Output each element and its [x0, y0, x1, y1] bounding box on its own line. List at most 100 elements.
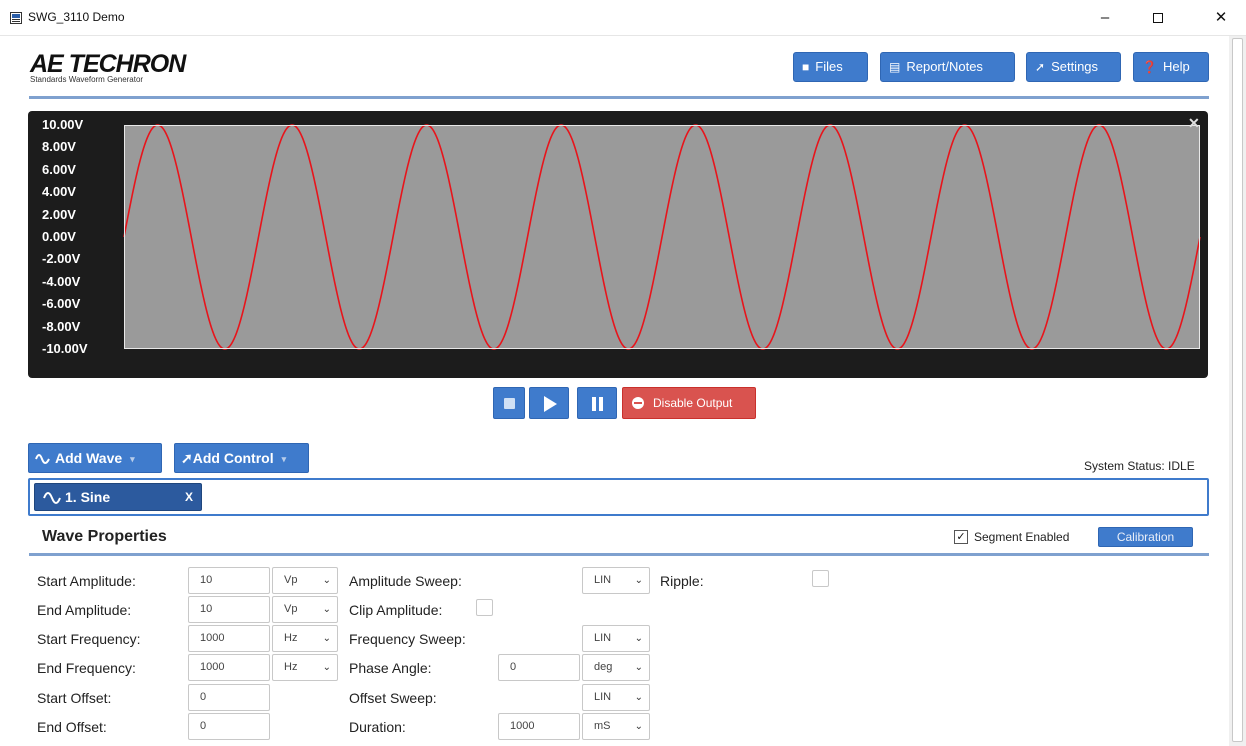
segment-enabled-label: Segment Enabled — [974, 530, 1070, 544]
duration-input[interactable]: 1000 — [498, 713, 580, 740]
phase-angle-unit-select[interactable]: deg ⌄ — [582, 654, 650, 681]
end-offset-input[interactable]: 0 — [188, 713, 270, 740]
vertical-scrollbar[interactable] — [1229, 36, 1246, 746]
amplitude-sweep-label: Amplitude Sweep: — [349, 573, 462, 589]
ripple-checkbox[interactable] — [812, 570, 829, 587]
y-tick-label: 0.00V — [42, 229, 76, 244]
report-notes-label: Report/Notes — [906, 59, 983, 74]
end-frequency-unit-select[interactable]: Hz ⌄ — [272, 654, 338, 681]
properties-divider — [29, 553, 1209, 556]
frequency-sweep-label: Frequency Sweep: — [349, 631, 466, 647]
settings-button[interactable]: ➚ Settings — [1026, 52, 1121, 82]
sine-wave-icon — [43, 492, 61, 505]
clip-amplitude-checkbox[interactable] — [476, 599, 493, 616]
question-icon: ❓ — [1142, 60, 1157, 74]
logo-wordmark: AE TECHRON — [30, 50, 186, 78]
chevron-down-icon: ▾ — [281, 454, 287, 465]
start-frequency-unit: Hz — [284, 632, 298, 644]
ae-techron-logo: AE TECHRON Standards Waveform Generator — [30, 50, 186, 84]
maximize-icon — [1153, 13, 1163, 24]
start-offset-input[interactable]: 0 — [188, 684, 270, 711]
phase-angle-label: Phase Angle: — [349, 660, 432, 676]
offset-sweep-value: LIN — [594, 691, 612, 703]
app-icon — [10, 12, 22, 24]
end-amplitude-label: End Amplitude: — [37, 602, 132, 618]
minimize-button[interactable]: – — [1085, 6, 1125, 30]
end-frequency-input[interactable]: 1000 — [188, 654, 270, 681]
y-tick-label: -4.00V — [42, 273, 81, 289]
chevron-down-icon: ⌄ — [634, 692, 643, 703]
chevron-down-icon: ⌄ — [322, 575, 331, 586]
end-amplitude-unit: Vp — [284, 603, 298, 615]
chevron-down-icon: ⌄ — [634, 575, 643, 586]
segment-enabled-checkbox[interactable]: ✓ — [954, 530, 968, 544]
end-amplitude-input[interactable]: 10 — [188, 596, 270, 623]
y-tick-label: -6.00V — [42, 296, 81, 312]
window-title: SWG_3110 Demo — [28, 10, 125, 24]
report-notes-button[interactable]: ▤ Report/Notes — [880, 52, 1015, 82]
end-frequency-unit: Hz — [284, 661, 298, 673]
tab-sine[interactable]: 1. Sine X — [34, 483, 202, 511]
duration-unit: mS — [594, 720, 611, 732]
chevron-down-icon: ⌄ — [322, 633, 331, 644]
window-titlebar: SWG_3110 Demo – ✕ — [0, 0, 1246, 36]
start-amplitude-label: Start Amplitude: — [37, 573, 136, 589]
ripple-label: Ripple: — [660, 573, 704, 589]
offset-sweep-label: Offset Sweep: — [349, 690, 437, 706]
offset-sweep-select[interactable]: LIN ⌄ — [582, 684, 650, 711]
disable-output-button[interactable]: Disable Output — [622, 387, 756, 419]
play-button[interactable] — [529, 387, 569, 419]
sine-wave-trace — [123, 124, 1201, 350]
duration-unit-select[interactable]: mS ⌄ — [582, 713, 650, 740]
wave-tab-bar: 1. Sine X — [28, 478, 1209, 516]
wrench-icon: ➚ — [1035, 60, 1046, 74]
start-frequency-input[interactable]: 1000 — [188, 625, 270, 652]
chevron-down-icon: ⌄ — [322, 662, 331, 673]
tab-sine-label: 1. Sine — [65, 489, 111, 505]
end-offset-label: End Offset: — [37, 719, 107, 735]
help-button[interactable]: ❓ Help — [1133, 52, 1209, 82]
help-label: Help — [1162, 59, 1190, 74]
start-amplitude-unit-select[interactable]: Vp ⌄ — [272, 567, 338, 594]
disable-output-label: Disable Output — [653, 396, 733, 410]
y-tick-label: 4.00V — [42, 184, 76, 200]
start-frequency-unit-select[interactable]: Hz ⌄ — [272, 625, 338, 652]
calibration-button[interactable]: Calibration — [1098, 527, 1193, 547]
y-tick-label: -8.00V — [42, 318, 81, 334]
add-wave-button[interactable]: Add Wave ▾ — [28, 443, 162, 473]
start-offset-label: Start Offset: — [37, 690, 112, 706]
files-label: Files — [815, 59, 843, 74]
close-window-button[interactable]: ✕ — [1201, 6, 1241, 30]
stop-button[interactable] — [493, 387, 525, 419]
y-tick-label: -2.00V — [42, 251, 81, 267]
scrollbar-thumb[interactable] — [1232, 38, 1243, 742]
sine-wave-icon — [35, 454, 50, 465]
sine-series-line — [123, 124, 1201, 350]
add-wave-label: Add Wave — [55, 450, 123, 466]
y-tick-label: 2.00V — [42, 206, 76, 222]
end-amplitude-unit-select[interactable]: Vp ⌄ — [272, 596, 338, 623]
clipboard-icon: ▤ — [889, 60, 901, 74]
tab-close-button[interactable]: X — [185, 484, 193, 510]
files-button[interactable]: ■ Files — [793, 52, 868, 82]
disable-icon — [632, 397, 644, 409]
wrench-icon: ➚ — [181, 450, 193, 466]
add-control-label: Add Control — [192, 450, 274, 466]
amplitude-sweep-select[interactable]: LIN ⌄ — [582, 567, 650, 594]
frequency-sweep-select[interactable]: LIN ⌄ — [582, 625, 650, 652]
chevron-down-icon: ⌄ — [634, 721, 643, 732]
add-control-button[interactable]: ➚Add Control ▾ — [174, 443, 309, 473]
end-frequency-label: End Frequency: — [37, 660, 136, 676]
pause-button[interactable] — [577, 387, 617, 419]
duration-label: Duration: — [349, 719, 406, 735]
waveform-display: 10.00V 8.00V 6.00V 4.00V 2.00V 0.00V -2.00V -4.… — [28, 111, 1208, 378]
phase-angle-input[interactable]: 0 — [498, 654, 580, 681]
phase-angle-unit: deg — [594, 661, 613, 673]
settings-label: Settings — [1051, 59, 1099, 74]
y-tick-label: 10.00V — [42, 117, 84, 132]
maximize-button[interactable] — [1138, 6, 1178, 30]
start-amplitude-input[interactable]: 10 — [188, 567, 270, 594]
y-tick-label: 6.00V — [42, 161, 76, 177]
scope-close-icon[interactable]: ✕ — [1188, 115, 1200, 132]
system-status: System Status: IDLE — [1084, 459, 1195, 473]
